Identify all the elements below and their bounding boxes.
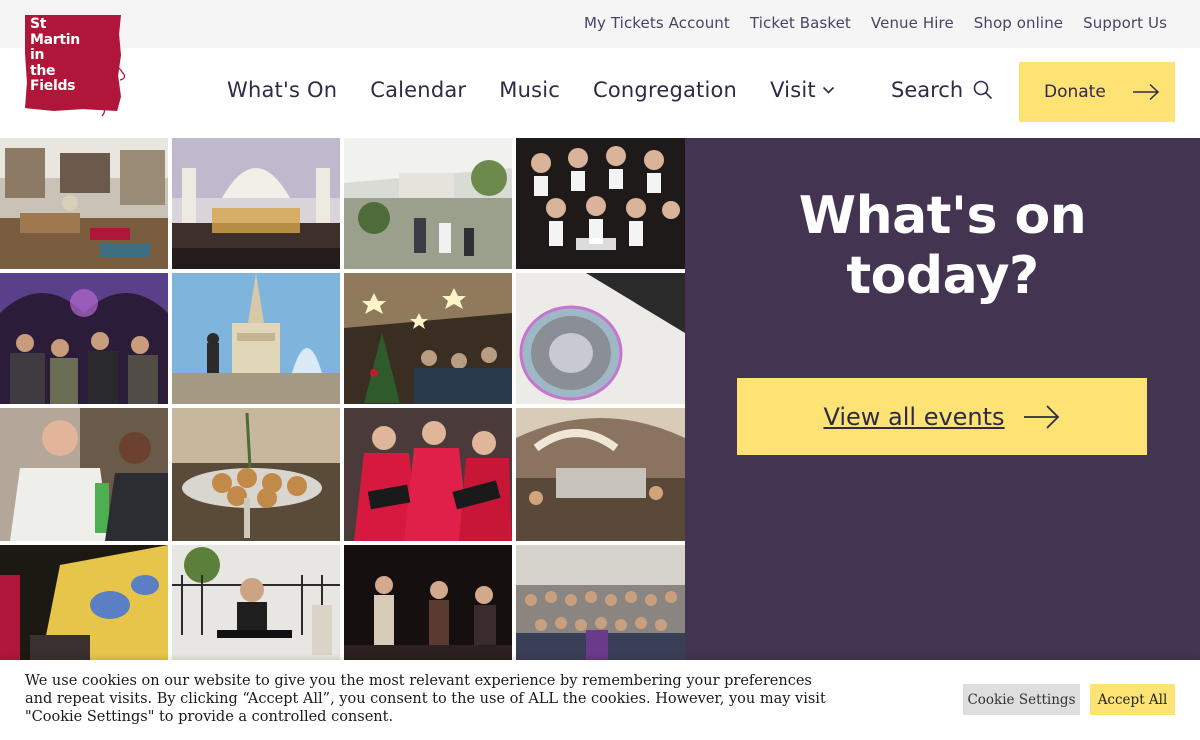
support-us-link[interactable]: Support Us — [1083, 14, 1167, 32]
chevron-down-icon — [822, 86, 834, 94]
arrow-right-icon — [1132, 83, 1159, 101]
red-robed-choir-photo[interactable] — [344, 408, 512, 541]
hero-title-line1: What's on — [798, 186, 1087, 246]
courtyard-cafe-photo[interactable] — [344, 138, 512, 269]
view-all-events-label: View all events — [823, 402, 1005, 431]
nav-calendar[interactable]: Calendar — [370, 78, 466, 102]
cookie-settings-button[interactable]: Cookie Settings — [963, 684, 1080, 715]
arrow-right-icon — [1023, 404, 1059, 429]
east-window-photo[interactable] — [516, 273, 685, 404]
utility-nav: My Tickets Account Ticket Basket Venue H… — [584, 14, 1167, 32]
logo-line-fields: Fields — [30, 78, 76, 94]
photo-grid — [0, 138, 685, 660]
congregation-group-photo[interactable] — [516, 545, 685, 660]
venue-hire-link[interactable]: Venue Hire — [871, 14, 954, 32]
hero-title-line2: today? — [846, 246, 1039, 306]
utility-bar: My Tickets Account Ticket Basket Venue H… — [0, 0, 1200, 48]
donate-label: Donate — [1044, 82, 1106, 102]
logo-text: St Martin in the Fields — [30, 16, 80, 95]
whats-on-hero: What's on today? View all events — [685, 138, 1200, 660]
nav-visit[interactable]: Visit — [770, 78, 835, 102]
nav-visit-label: Visit — [770, 78, 816, 102]
christmas-market-photo[interactable] — [344, 273, 512, 404]
accept-all-button[interactable]: Accept All — [1090, 684, 1175, 715]
nav-music[interactable]: Music — [499, 78, 560, 102]
mince-pies-photo[interactable] — [172, 408, 340, 541]
search-button[interactable]: Search — [891, 78, 993, 102]
shop-photo[interactable] — [0, 138, 168, 269]
logo-line-in: in — [30, 47, 45, 63]
main-nav: What's On Calendar Music Congregation Vi… — [227, 78, 835, 102]
church-projection-photo[interactable] — [0, 545, 168, 660]
crypt-cafe-photo[interactable] — [516, 408, 685, 541]
keyboard-performer-photo[interactable] — [172, 545, 340, 660]
cookie-message: We use cookies on our website to give yo… — [25, 673, 826, 725]
cookie-banner: We use cookies on our website to give yo… — [0, 660, 1200, 740]
priest-greeting-photo[interactable] — [0, 408, 168, 541]
church-spire-fountain-photo[interactable] — [172, 273, 340, 404]
nav-whats-on[interactable]: What's On — [227, 78, 337, 102]
crypt-party-photo[interactable] — [0, 273, 168, 404]
nav-congregation[interactable]: Congregation — [593, 78, 737, 102]
choir-in-tuxedos-photo[interactable] — [516, 138, 685, 269]
jazz-band-photo[interactable] — [344, 545, 512, 660]
logo-line-martin: Martin — [30, 31, 80, 48]
shop-online-link[interactable]: Shop online — [974, 14, 1063, 32]
ticket-basket-link[interactable]: Ticket Basket — [750, 14, 851, 32]
logo-line-st: St — [30, 16, 47, 32]
logo-line-the: the — [30, 62, 56, 79]
my-tickets-account-link[interactable]: My Tickets Account — [584, 14, 730, 32]
donate-button[interactable]: Donate — [1019, 62, 1175, 122]
search-label: Search — [891, 78, 964, 102]
search-icon — [973, 80, 993, 100]
view-all-events-button[interactable]: View all events — [737, 378, 1147, 455]
church-interior-concert-photo[interactable] — [172, 138, 340, 269]
hero-title: What's on today? — [685, 186, 1200, 306]
site-logo[interactable]: St Martin in the Fields — [25, 15, 121, 111]
